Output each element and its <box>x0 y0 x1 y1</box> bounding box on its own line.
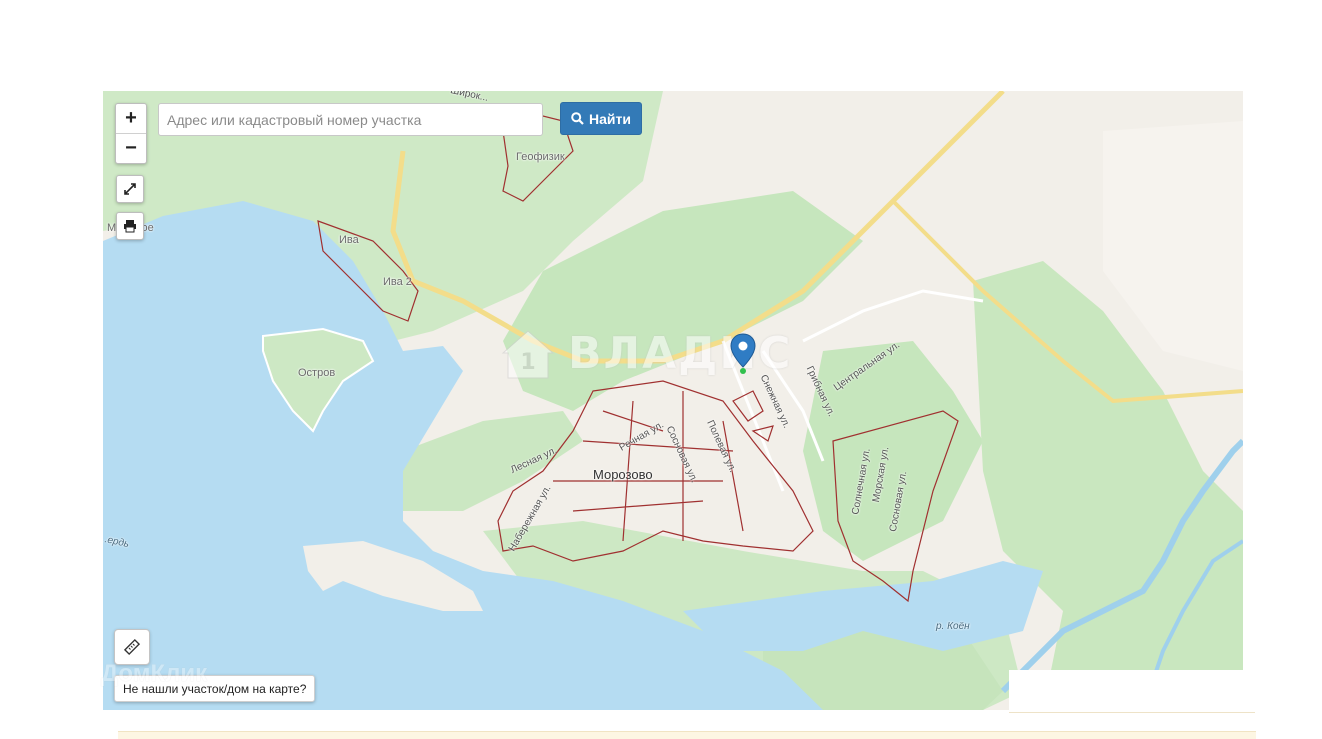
not-found-button[interactable]: Не нашли участок/дом на карте? <box>114 675 316 702</box>
search-button[interactable]: Найти <box>560 102 642 135</box>
zoom-out-button[interactable]: − <box>116 133 146 163</box>
page-panel <box>1009 670 1255 713</box>
place-label: Ива 2 <box>383 276 412 288</box>
search-button-label: Найти <box>589 110 631 127</box>
river-label: р. Коён <box>936 621 970 632</box>
place-label: Ива <box>339 234 359 246</box>
place-label: Геофизик <box>516 151 565 163</box>
map-tiles[interactable] <box>103 91 1243 710</box>
search-icon <box>571 112 584 125</box>
map-view[interactable]: Геофизик Ива Ива 2 Остров Морозово М...в… <box>103 91 1243 710</box>
zoom-control: + − <box>115 103 147 164</box>
fullscreen-button[interactable] <box>116 175 144 203</box>
printer-icon <box>124 220 136 233</box>
town-label: Морозово <box>593 467 653 482</box>
house-logo-icon <box>47 653 95 696</box>
search-input[interactable] <box>158 103 543 136</box>
zoom-in-button[interactable]: + <box>116 104 146 133</box>
map-marker-icon[interactable] <box>730 333 756 375</box>
place-label: Остров <box>298 367 336 379</box>
ruler-button[interactable] <box>114 629 150 665</box>
ruler-icon <box>123 638 141 656</box>
print-button[interactable] <box>116 212 144 240</box>
expand-icon <box>124 183 136 195</box>
